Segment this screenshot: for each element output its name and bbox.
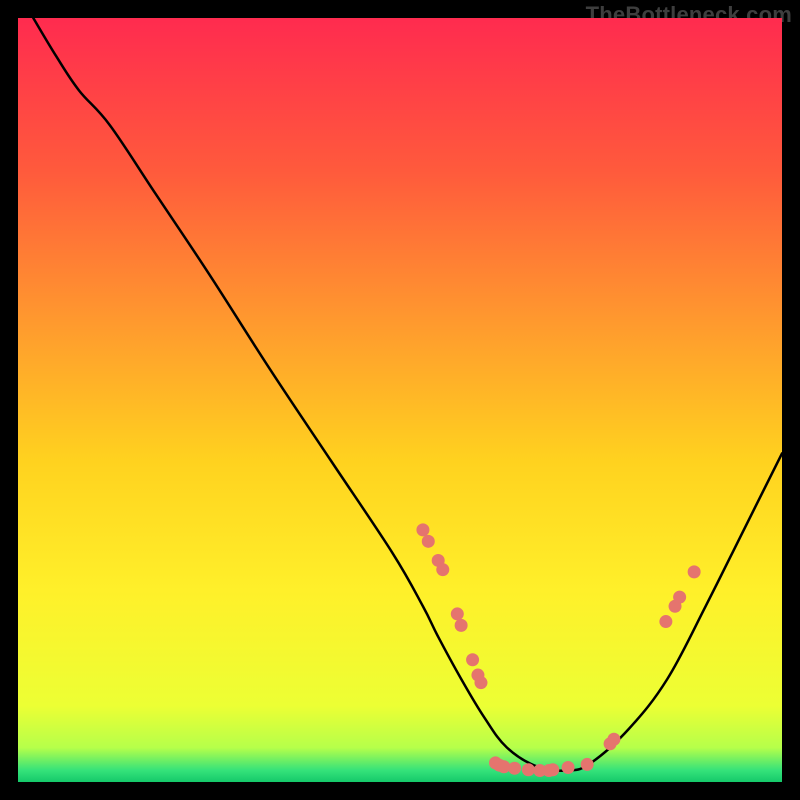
marker-point: [508, 762, 521, 775]
marker-point: [422, 535, 435, 548]
chart-svg: [18, 18, 782, 782]
marker-point: [546, 763, 559, 776]
marker-point: [673, 591, 686, 604]
chart-background: [18, 18, 782, 782]
marker-point: [416, 523, 429, 536]
marker-point: [581, 758, 594, 771]
marker-point: [522, 763, 535, 776]
marker-point: [455, 619, 468, 632]
marker-point: [451, 607, 464, 620]
marker-point: [562, 761, 575, 774]
marker-point: [607, 733, 620, 746]
chart-area: [18, 18, 782, 782]
marker-point: [466, 653, 479, 666]
marker-point: [474, 676, 487, 689]
marker-point: [659, 615, 672, 628]
marker-point: [688, 565, 701, 578]
marker-point: [436, 563, 449, 576]
